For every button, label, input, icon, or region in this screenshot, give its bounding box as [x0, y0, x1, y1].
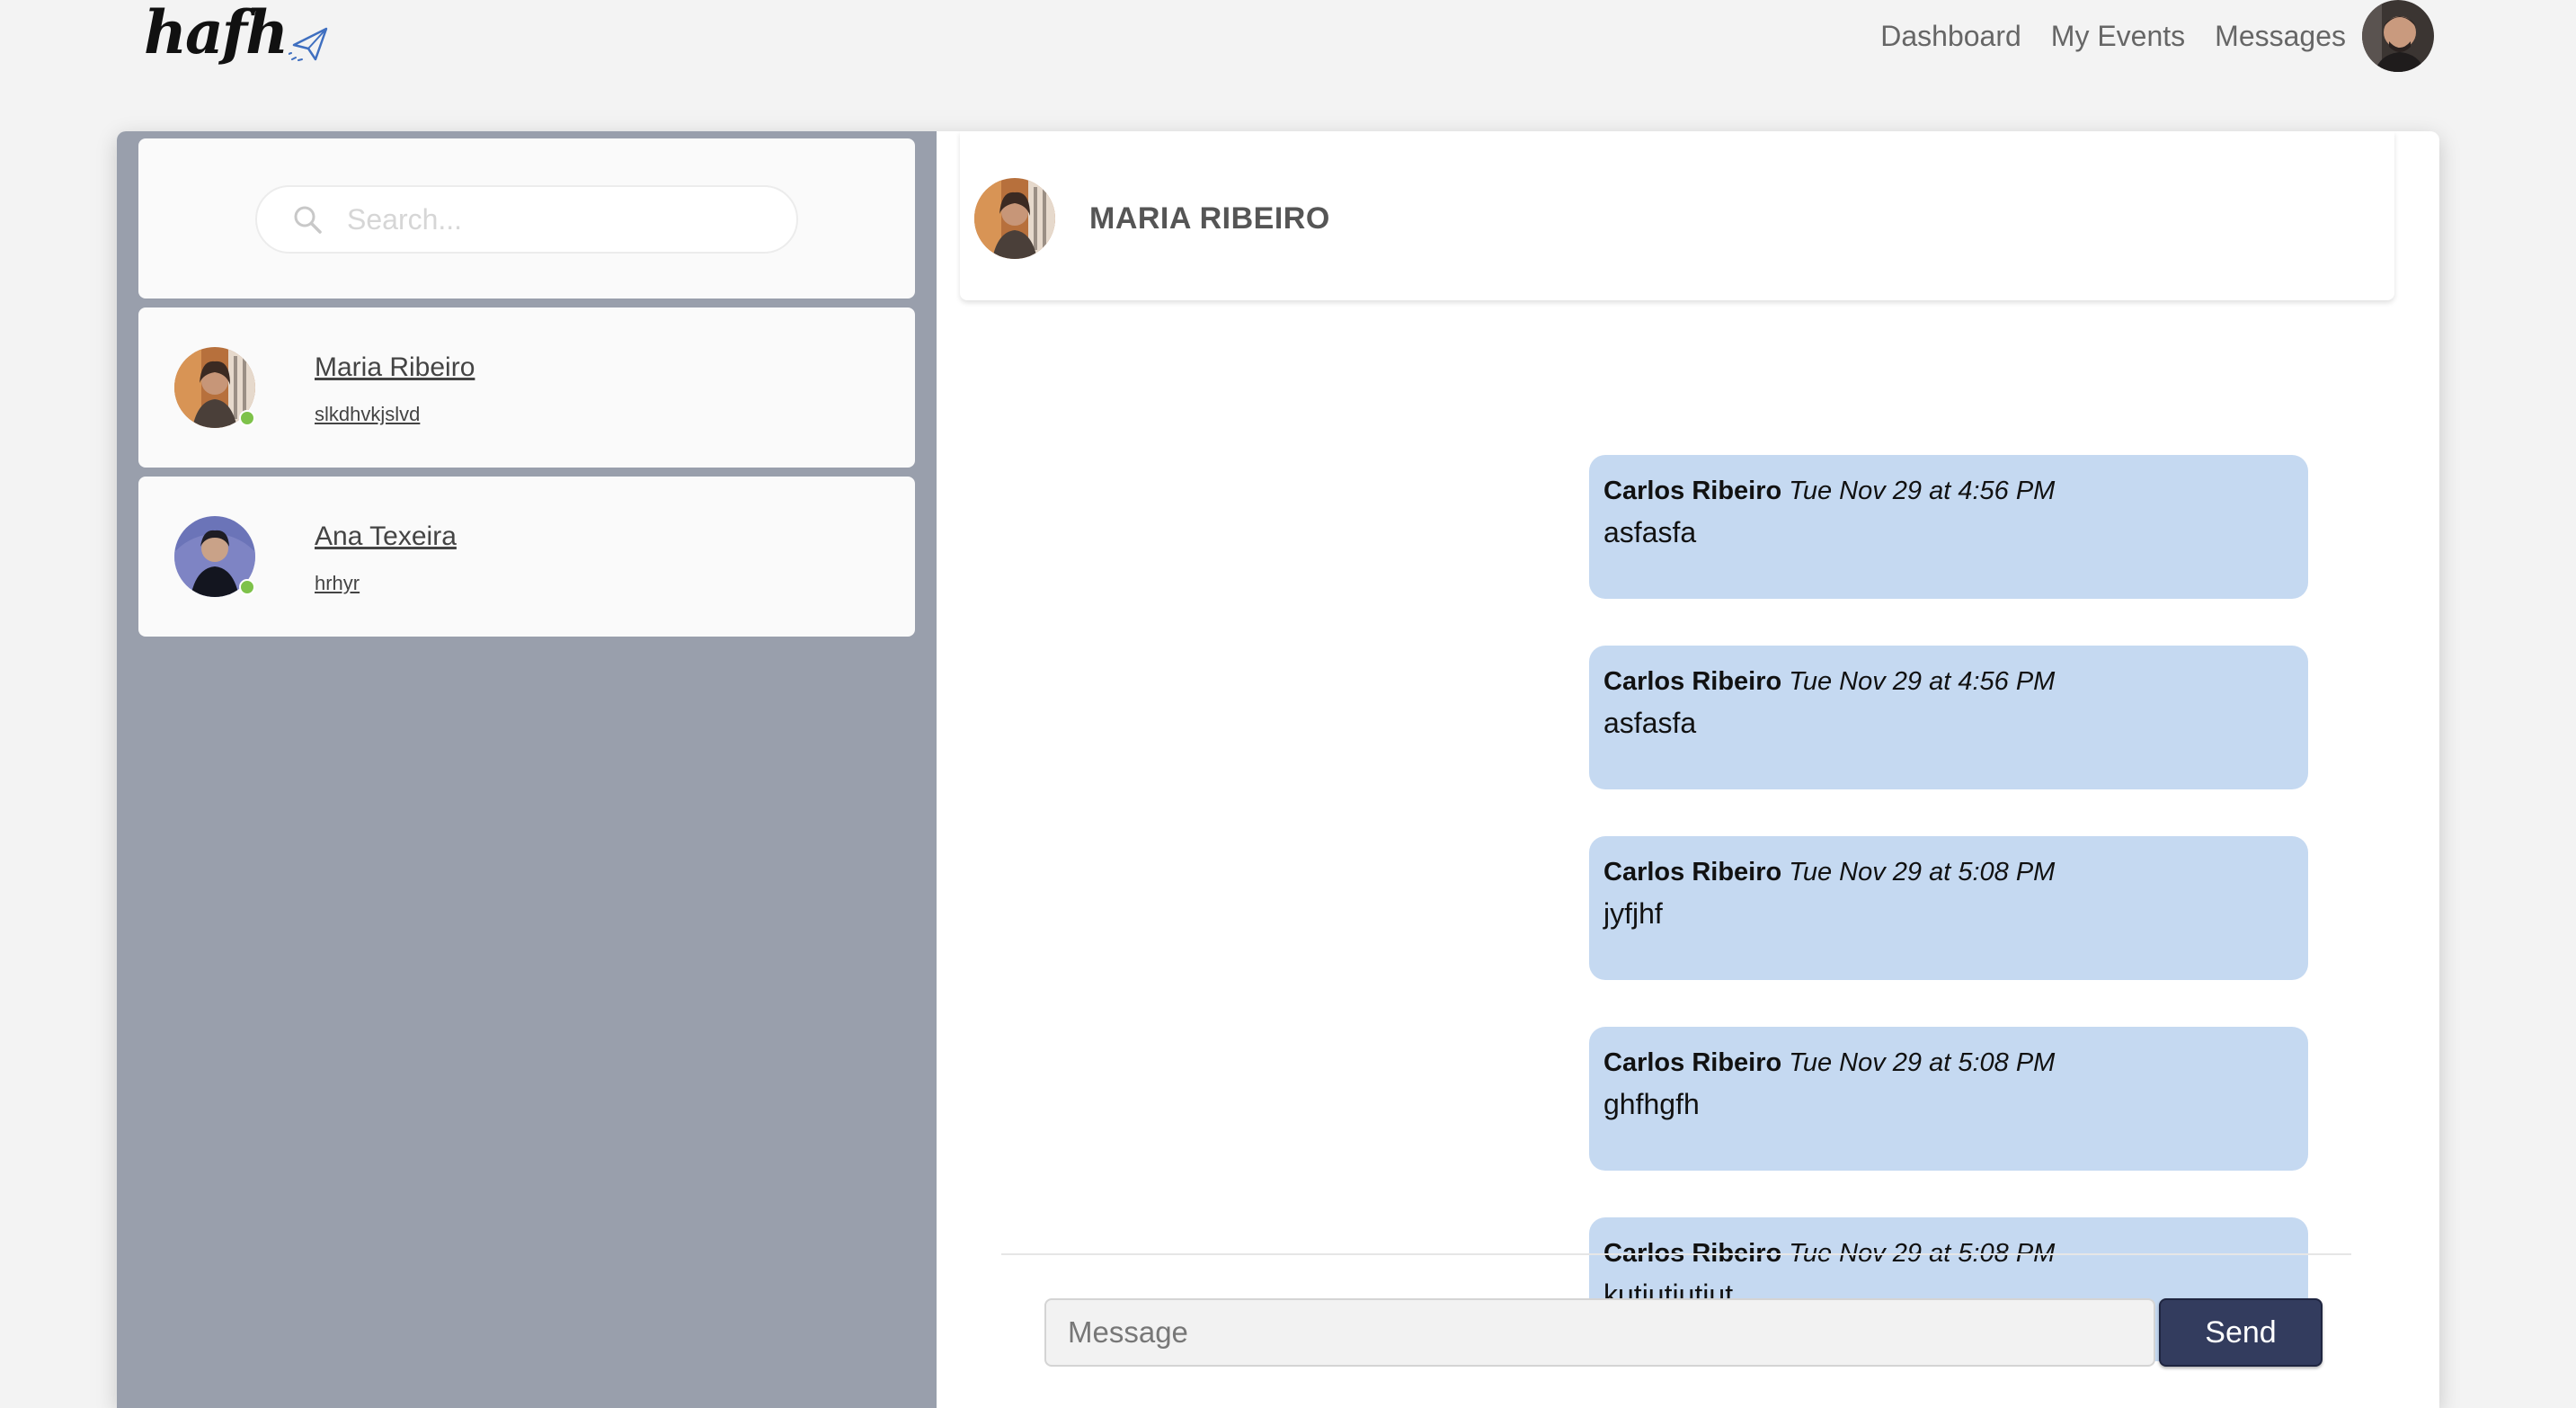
- message-text: ghfhgfh: [1603, 1088, 1700, 1120]
- message-bubble: Carlos Ribeiro Tue Nov 29 at 4:56 PM asf…: [1589, 646, 2308, 789]
- conversation-avatar-wrapper: [174, 347, 255, 428]
- conversation-sidebar: Maria Ribeiro slkdhvkjslvd Ana Texeira: [117, 131, 937, 1408]
- send-button[interactable]: Send: [2159, 1298, 2323, 1367]
- conversation-preview[interactable]: hrhyr: [315, 572, 360, 595]
- nav-link-messages[interactable]: Messages: [2215, 20, 2346, 53]
- message-time: Tue Nov 29 at 5:08 PM: [1789, 1048, 2056, 1077]
- online-status-dot: [239, 579, 255, 595]
- message-text: asfasfa: [1603, 516, 1697, 548]
- chat-header: MARIA RIBEIRO: [960, 131, 2394, 300]
- conversation-item[interactable]: Ana Texeira hrhyr: [138, 477, 915, 637]
- message-meta: Carlos Ribeiro Tue Nov 29 at 4:56 PM: [1603, 475, 2294, 507]
- main-nav: Dashboard My Events Messages: [1880, 0, 2434, 72]
- top-navigation: hafh Dashboard My Events Messages: [0, 0, 2576, 81]
- message-meta: Carlos Ribeiro Tue Nov 29 at 4:56 PM: [1603, 665, 2294, 698]
- message-text: jyfjhf: [1603, 897, 1663, 930]
- message-author: Carlos Ribeiro: [1603, 1048, 1782, 1077]
- message-time: Tue Nov 29 at 4:56 PM: [1789, 477, 2056, 505]
- search-card: [138, 138, 915, 299]
- message-meta: Carlos Ribeiro Tue Nov 29 at 5:08 PM: [1603, 1047, 2294, 1079]
- composer-divider: [1001, 1253, 2351, 1255]
- online-status-dot: [239, 410, 255, 426]
- message-author: Carlos Ribeiro: [1603, 667, 1782, 696]
- conversation-name[interactable]: Ana Texeira: [315, 521, 457, 552]
- nav-link-dashboard[interactable]: Dashboard: [1880, 20, 2021, 53]
- conversation-preview[interactable]: slkdhvkjslvd: [315, 403, 420, 426]
- nav-link-my-events[interactable]: My Events: [2051, 20, 2185, 53]
- message-input[interactable]: [1044, 1298, 2155, 1367]
- message-bubble: Carlos Ribeiro Tue Nov 29 at 5:08 PM jyf…: [1589, 836, 2308, 980]
- message-list: Carlos Ribeiro Tue Nov 29 at 4:56 PM asf…: [960, 300, 2394, 1370]
- logo-text: hafh: [144, 0, 289, 67]
- paper-plane-icon: [289, 27, 328, 61]
- message-bubble: Carlos Ribeiro Tue Nov 29 at 4:56 PM asf…: [1589, 455, 2308, 599]
- conversation-avatar-wrapper: [174, 516, 255, 597]
- message-author: Carlos Ribeiro: [1603, 477, 1782, 505]
- contact-avatar: [974, 178, 1055, 259]
- logo[interactable]: hafh: [144, 0, 330, 72]
- search-icon: [291, 203, 324, 236]
- contact-name: MARIA RIBEIRO: [1089, 201, 1330, 236]
- conversation-item[interactable]: Maria Ribeiro slkdhvkjslvd: [138, 307, 915, 468]
- messages-panel: Maria Ribeiro slkdhvkjslvd Ana Texeira: [117, 131, 2439, 1408]
- message-time: Tue Nov 29 at 5:08 PM: [1789, 858, 2056, 887]
- message-text: asfasfa: [1603, 707, 1697, 739]
- search-input[interactable]: [345, 201, 780, 237]
- message-meta: Carlos Ribeiro Tue Nov 29 at 5:08 PM: [1603, 856, 2294, 888]
- user-avatar[interactable]: [2362, 0, 2434, 72]
- message-author: Carlos Ribeiro: [1603, 858, 1782, 887]
- message-time: Tue Nov 29 at 4:56 PM: [1789, 667, 2056, 696]
- search-box[interactable]: [255, 185, 798, 254]
- conversation-name[interactable]: Maria Ribeiro: [315, 352, 475, 383]
- message-bubble: Carlos Ribeiro Tue Nov 29 at 5:08 PM ghf…: [1589, 1027, 2308, 1171]
